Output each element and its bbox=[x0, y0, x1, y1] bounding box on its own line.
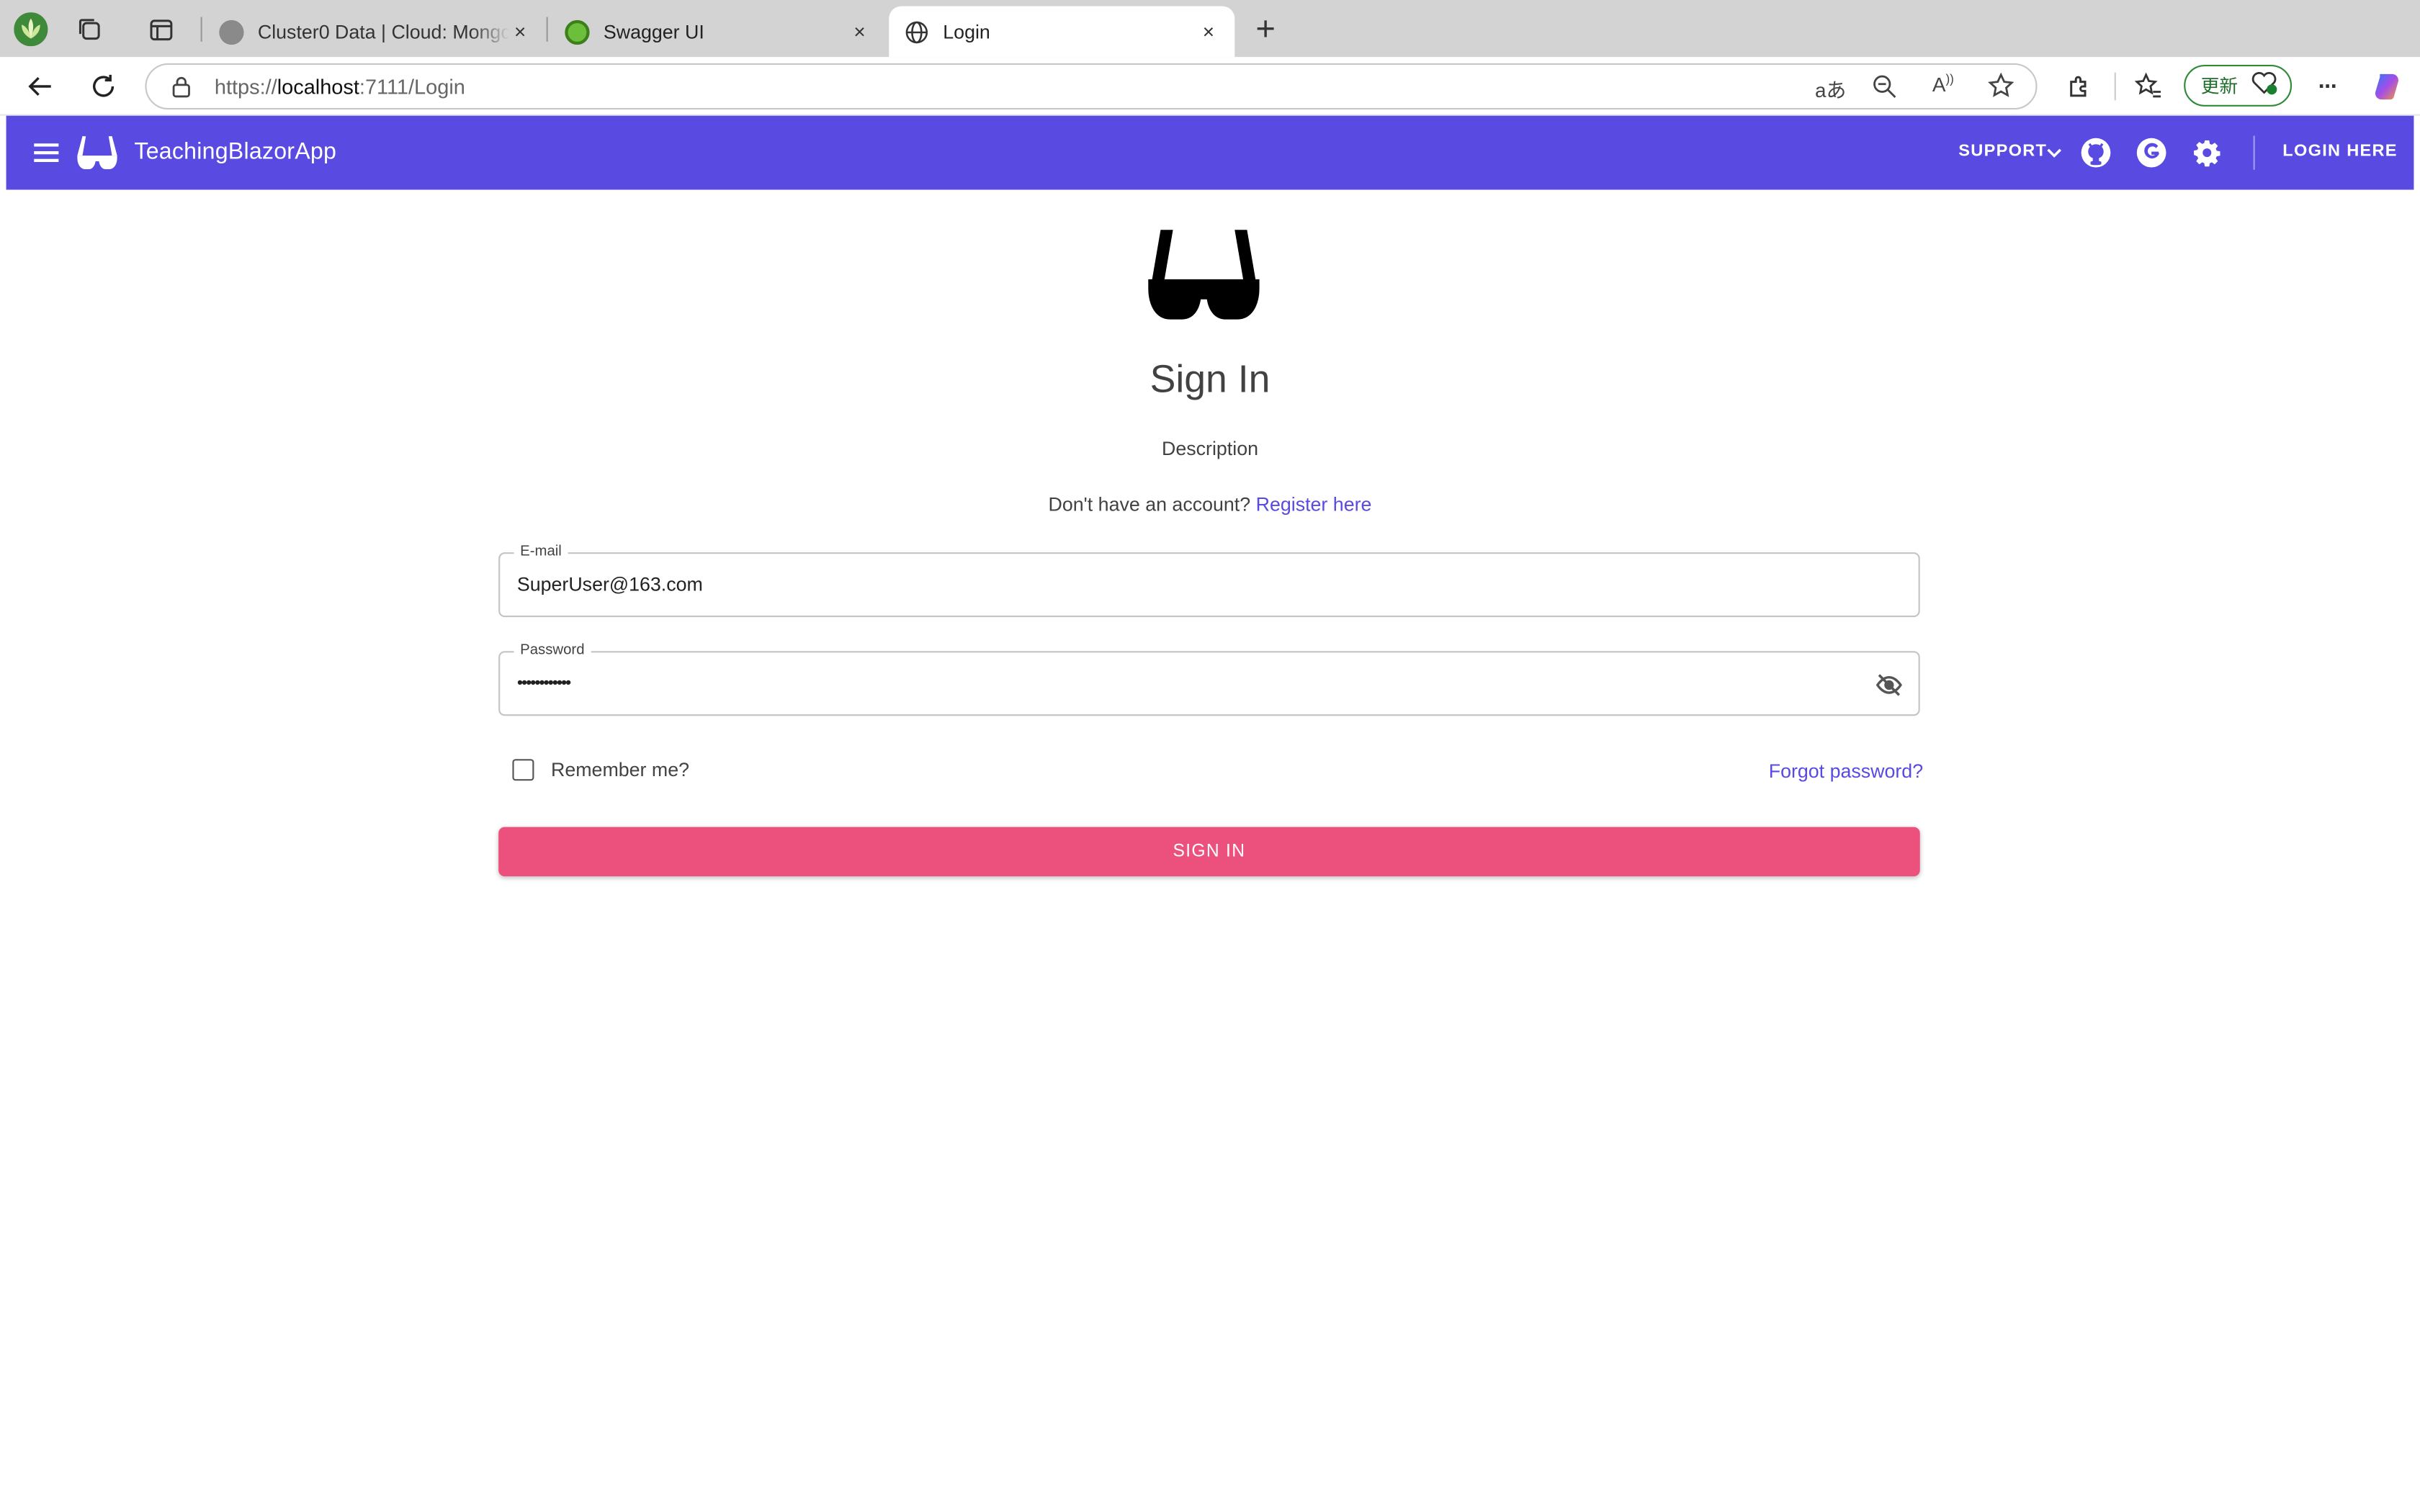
hamburger-menu-icon[interactable] bbox=[28, 134, 65, 171]
url-text[interactable]: https://localhost:7111/Login bbox=[215, 76, 465, 99]
remember-me-checkbox[interactable] bbox=[512, 759, 534, 781]
new-tab-icon[interactable]: + bbox=[1247, 9, 1283, 48]
sign-in-heading: Sign In bbox=[1150, 358, 1270, 402]
sign-in-button[interactable]: SIGN IN bbox=[498, 827, 1920, 877]
update-button[interactable]: 更新 bbox=[2184, 65, 2293, 107]
forgot-password-link[interactable]: Forgot password? bbox=[1769, 760, 1923, 782]
register-prompt: Don't have an account? Register here bbox=[0, 494, 2420, 516]
tab-title: Swagger UI bbox=[603, 20, 704, 42]
remember-me-row[interactable]: Remember me? bbox=[512, 759, 689, 781]
app-logo-glasses-icon bbox=[74, 134, 120, 171]
zoom-out-icon[interactable] bbox=[1872, 74, 1896, 107]
vertical-tabs-icon[interactable] bbox=[142, 11, 179, 48]
translate-icon[interactable]: aあ bbox=[1815, 74, 1846, 104]
health-icon bbox=[2250, 71, 2278, 101]
update-label: 更新 bbox=[2200, 76, 2238, 97]
read-aloud-icon[interactable]: A)) bbox=[1932, 73, 1954, 96]
remember-me-label[interactable]: Remember me? bbox=[551, 759, 689, 780]
no-account-text: Don't have an account? bbox=[1048, 493, 1251, 516]
refresh-icon[interactable] bbox=[86, 69, 120, 103]
url-host: localhost bbox=[277, 76, 359, 99]
password-input[interactable]: •••••••••••• bbox=[517, 674, 1845, 693]
lock-icon[interactable] bbox=[171, 76, 192, 107]
email-input[interactable] bbox=[516, 574, 1845, 596]
address-toolbar: https://localhost:7111/Login aあ A)) 更新 ·… bbox=[0, 57, 2420, 116]
browser-profile-icon[interactable] bbox=[12, 11, 49, 48]
tab-login[interactable]: Login × bbox=[889, 6, 1235, 58]
login-here-button[interactable]: LOGIN HERE bbox=[2282, 142, 2398, 161]
close-tab-icon[interactable]: × bbox=[849, 20, 871, 43]
email-label: E-mail bbox=[514, 543, 568, 560]
email-field[interactable]: E-mail bbox=[498, 543, 1920, 618]
app-bar: TeachingBlazorApp SUPPORT LOGIN HERE bbox=[6, 115, 2414, 190]
favorite-star-icon[interactable] bbox=[1988, 72, 2015, 107]
close-tab-icon[interactable]: × bbox=[1198, 20, 1219, 43]
tab-strip: Cluster0 Data | Cloud: MongoDB Cloud × S… bbox=[0, 0, 2420, 58]
tab-mongodb[interactable]: Cluster0 Data | Cloud: MongoDB Cloud × bbox=[204, 6, 547, 58]
close-tab-icon[interactable]: × bbox=[509, 20, 531, 43]
extensions-puzzle-icon[interactable] bbox=[2062, 69, 2096, 103]
url-path: :7111/Login bbox=[359, 76, 465, 99]
url-scheme: https:// bbox=[214, 76, 277, 99]
support-menu-button[interactable]: SUPPORT bbox=[1958, 142, 2047, 161]
copilot-icon[interactable] bbox=[2370, 69, 2404, 103]
chevron-down-icon[interactable] bbox=[2043, 134, 2065, 171]
glasses-logo-icon bbox=[1145, 227, 1263, 323]
collections-icon[interactable] bbox=[71, 11, 108, 48]
visibility-off-icon[interactable] bbox=[1876, 671, 1904, 699]
app-title[interactable]: TeachingBlazorApp bbox=[134, 139, 336, 165]
description-text: Description bbox=[1162, 438, 1258, 460]
back-arrow-icon[interactable] bbox=[23, 69, 57, 103]
tab-title: Cluster0 Data | Cloud: MongoDB Cloud bbox=[257, 20, 509, 42]
url-bar[interactable]: https://localhost:7111/Login aあ A)) bbox=[145, 63, 2038, 110]
mongodb-leaf-icon bbox=[219, 19, 244, 45]
google-g-icon[interactable] bbox=[2133, 134, 2169, 171]
github-icon[interactable] bbox=[2077, 134, 2114, 171]
settings-gear-icon[interactable] bbox=[2189, 134, 2226, 171]
tab-title: Login bbox=[943, 20, 990, 42]
tab-swagger[interactable]: Swagger UI × bbox=[550, 6, 886, 58]
swagger-icon bbox=[565, 19, 590, 45]
register-link[interactable]: Register here bbox=[1256, 494, 1372, 516]
password-field[interactable]: Password •••••••••••• bbox=[498, 642, 1920, 716]
more-menu-icon[interactable]: ··· bbox=[2311, 69, 2344, 103]
globe-icon bbox=[905, 19, 929, 44]
password-label: Password bbox=[514, 642, 591, 659]
favorites-icon[interactable] bbox=[2131, 69, 2165, 103]
browser-window: Cluster0 Data | Cloud: MongoDB Cloud × S… bbox=[0, 0, 2420, 1512]
